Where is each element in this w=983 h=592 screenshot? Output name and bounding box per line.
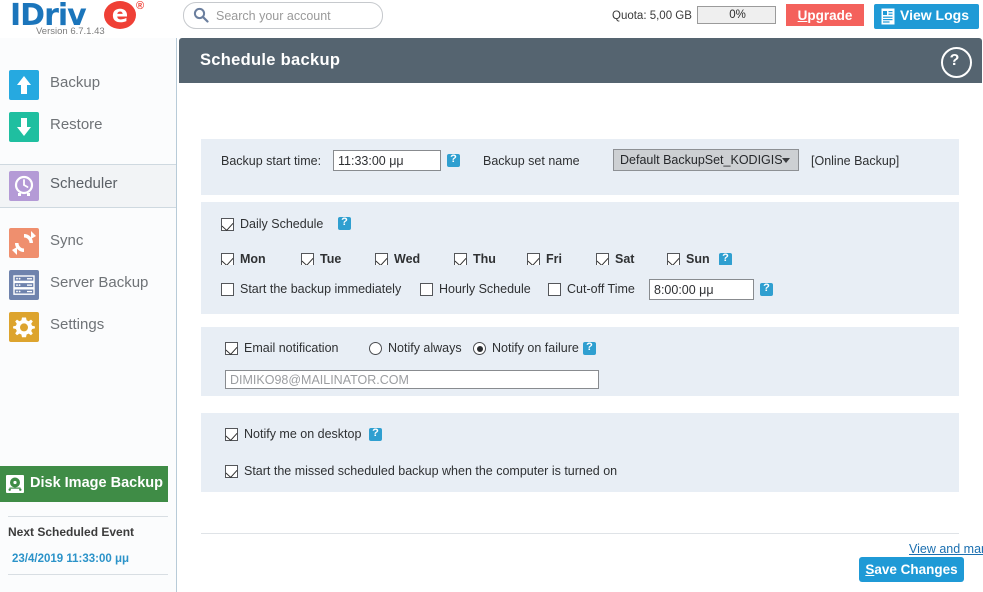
start-immediately-checkbox[interactable] (221, 283, 234, 296)
main-content: Schedule backup ? Backup start time: Bac… (178, 38, 983, 592)
backup-start-time-section: Backup start time: Backup set name Defau… (201, 139, 959, 195)
missed-backup-checkbox[interactable] (225, 465, 238, 478)
sidebar-item-server-backup[interactable]: Server Backup (0, 264, 176, 306)
sidebar-item-backup[interactable]: Backup (0, 64, 176, 106)
disk-platter-icon (5, 474, 25, 494)
next-scheduled-event-date: 23/4/2019 11:33:00 μμ (12, 553, 130, 565)
cutoff-time-checkbox[interactable] (548, 283, 561, 296)
quota-label: Quota: 5,00 GB (612, 10, 692, 22)
sidebar: Backup Restore Scheduler Sync Server Bac… (0, 38, 177, 592)
daily-schedule-help-icon[interactable] (338, 216, 351, 230)
notify-always-label: Notify always (388, 341, 462, 355)
hourly-schedule-checkbox[interactable] (420, 283, 433, 296)
backup-options-section: Start the backup immediately Hourly Sche… (201, 265, 959, 314)
cutoff-time-input[interactable] (649, 279, 754, 300)
disk-image-backup-button[interactable]: Disk Image Backup (0, 466, 168, 502)
notify-always-radio[interactable] (369, 342, 382, 355)
backup-start-time-help-icon[interactable] (447, 153, 460, 167)
hourly-schedule-label: Hourly Schedule (439, 282, 531, 296)
clock-icon (9, 171, 39, 201)
disk-image-backup-label: Disk Image Backup (30, 475, 163, 491)
start-immediately-label: Start the backup immediately (240, 282, 402, 296)
server-rack-icon (9, 270, 39, 300)
sidebar-item-label: Settings (50, 316, 105, 333)
view-logs-button[interactable]: View Logs (874, 4, 979, 29)
sidebar-item-sync[interactable]: Sync (0, 222, 176, 264)
cutoff-time-help-icon[interactable] (760, 282, 773, 296)
day-label-wed: Wed (394, 252, 421, 266)
search-icon (193, 7, 209, 23)
upgrade-label: pgrade (807, 8, 853, 23)
top-bar: IDriv e ® Version 6.7.1.43 Quota: 5,00 G… (0, 0, 983, 38)
backup-set-name-value: Default BackupSet_KODIGIS (620, 153, 783, 167)
daily-schedule-checkbox[interactable] (221, 218, 234, 231)
email-notification-help-icon[interactable] (583, 341, 596, 355)
panel-header: Schedule backup ? (179, 38, 982, 83)
sync-arrows-icon (9, 228, 39, 258)
save-changes-button[interactable]: Save Changes (859, 557, 964, 582)
day-label-sat: Sat (615, 252, 635, 266)
sidebar-item-settings[interactable]: Settings (0, 306, 176, 348)
app-version-label: Version 6.7.1.43 (36, 26, 105, 37)
day-label-thu: Thu (473, 252, 496, 266)
upgrade-accesskey: U (797, 8, 808, 23)
upgrade-button[interactable]: Upgrade (786, 4, 864, 26)
day-label-fri: Fri (546, 252, 562, 266)
email-notification-checkbox[interactable] (225, 342, 238, 355)
sidebar-item-label: Server Backup (50, 274, 149, 291)
sidebar-item-label: Sync (50, 232, 84, 249)
logo-registered-mark: ® (136, 0, 145, 12)
notify-desktop-checkbox[interactable] (225, 428, 238, 441)
online-backup-badge: [Online Backup] (811, 154, 900, 168)
chevron-down-icon (782, 158, 790, 163)
document-lines-icon (881, 8, 895, 25)
quota-percent-label: 0% (729, 9, 746, 21)
email-notification-label: Email notification (244, 341, 339, 355)
view-manage-scheduled-jobs-link[interactable]: View and manage all scheduled jobs (909, 542, 983, 556)
save-accesskey: S (865, 562, 875, 577)
help-glyph: ? (949, 52, 960, 69)
sidebar-item-label: Restore (50, 116, 103, 133)
backup-start-time-label: Backup start time: (221, 154, 322, 168)
upload-arrow-icon (9, 70, 39, 100)
email-notification-section: Email notification Notify always Notify … (201, 327, 959, 396)
question-mark-circle-icon[interactable]: ? (941, 47, 972, 78)
divider (8, 516, 168, 517)
day-label-sun: Sun (686, 252, 710, 266)
quota-progress-bar: 0% (697, 6, 776, 24)
day-label-tue: Tue (320, 252, 342, 266)
divider (8, 574, 168, 575)
missed-backup-label: Start the missed scheduled backup when t… (244, 464, 618, 478)
app-logo: IDriv e ® Version 6.7.1.43 (8, 0, 168, 38)
sidebar-item-label: Backup (50, 74, 101, 91)
view-logs-label: View Logs (900, 7, 969, 23)
logo-e-badge: e (104, 1, 136, 29)
daily-schedule-label: Daily Schedule (240, 217, 324, 231)
idrive-app-window: IDriv e ® Version 6.7.1.43 Quota: 5,00 G… (0, 0, 983, 592)
download-arrow-icon (9, 112, 39, 142)
search-input[interactable] (214, 6, 376, 26)
day-label-mon: Mon (240, 252, 266, 266)
page-title: Schedule backup (200, 51, 341, 69)
sidebar-item-scheduler[interactable]: Scheduler (0, 164, 176, 208)
save-changes-label: ave Changes (874, 562, 958, 577)
notify-desktop-label: Notify me on desktop (244, 427, 362, 441)
divider (201, 533, 959, 534)
notify-on-failure-radio[interactable] (473, 342, 486, 355)
backup-set-name-select[interactable]: Default BackupSet_KODIGIS (613, 149, 799, 171)
backup-start-time-input[interactable] (333, 150, 441, 171)
notify-desktop-help-icon[interactable] (369, 427, 382, 441)
notify-on-failure-label: Notify on failure (492, 341, 579, 355)
gear-icon (9, 312, 39, 342)
desktop-notification-section: Notify me on desktop Start the missed sc… (201, 413, 959, 492)
backup-set-name-label: Backup set name (483, 154, 580, 168)
sidebar-item-restore[interactable]: Restore (0, 106, 176, 148)
next-scheduled-event-title: Next Scheduled Event (8, 525, 135, 539)
sidebar-item-label: Scheduler (50, 175, 118, 192)
search-box[interactable] (183, 2, 383, 29)
cutoff-time-label: Cut-off Time (567, 282, 635, 296)
email-address-input[interactable] (225, 370, 599, 389)
